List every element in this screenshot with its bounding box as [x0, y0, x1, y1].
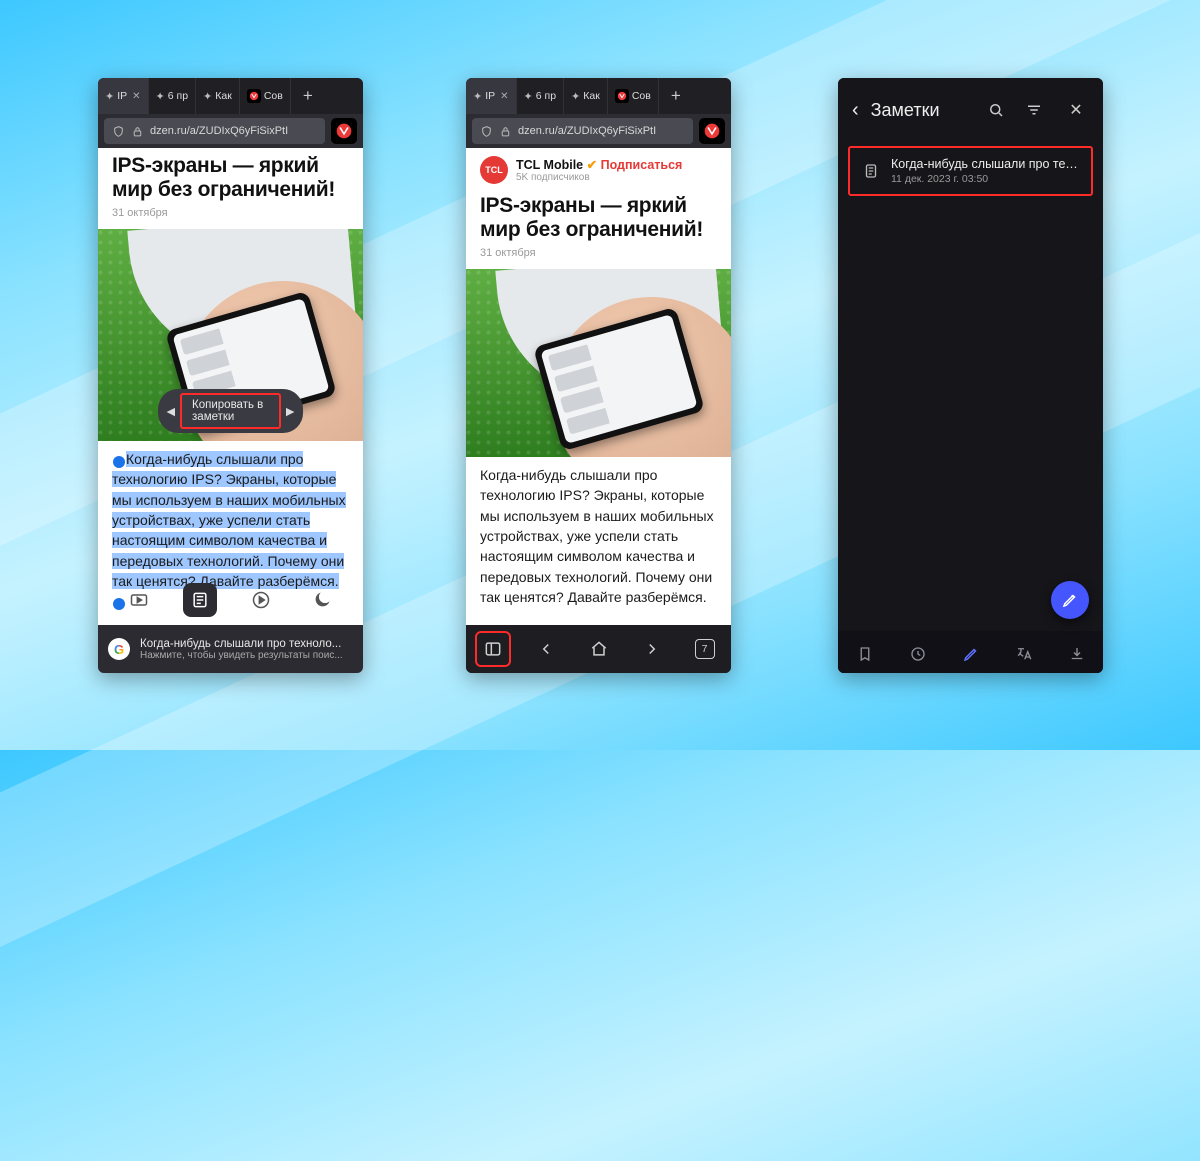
tab-4[interactable]: Сов: [240, 78, 291, 114]
nav-forward-icon[interactable]: [634, 631, 670, 667]
phone-screenshot-1: ✦IP✕ ✦6 пр ✦Как Сов + dzen.ru/a/ZUDIxQ6y…: [98, 78, 363, 673]
selection-toolbar: ◄ Копировать в заметки ►: [158, 389, 304, 433]
bookmark-icon[interactable]: [848, 637, 882, 671]
phone-screenshot-2: ✦IP✕ ✦6 пр ✦Как Сов + dzen.ru/a/ZUDIxQ6y…: [466, 78, 731, 673]
author-avatar: TCL: [480, 156, 508, 184]
copy-to-notes-button[interactable]: Копировать в заметки: [180, 393, 281, 429]
page-content: IPS-экраны — яркий мир без ограничений! …: [98, 148, 363, 673]
sparkle-icon: ✦: [203, 90, 212, 103]
tab-2[interactable]: ✦6 пр: [149, 78, 197, 114]
nav-back-icon[interactable]: [528, 631, 564, 667]
author-block[interactable]: TCL TCL Mobile ✔ Подписаться 5K подписчи…: [466, 148, 731, 188]
search-card-subtitle: Нажмите, чтобы увидеть результаты поис..…: [140, 650, 343, 661]
sparkle-icon: ✦: [156, 90, 165, 103]
new-tab-button[interactable]: +: [659, 78, 693, 114]
url-text: dzen.ru/a/ZUDIxQ6yFiSixPtI: [518, 125, 656, 137]
translate-icon[interactable]: [1007, 637, 1041, 671]
article-date: 31 октября: [466, 243, 731, 269]
filter-icon[interactable]: [1025, 101, 1051, 119]
verified-icon: ✔: [587, 158, 597, 172]
tab-3[interactable]: ✦Как: [196, 78, 240, 114]
article-body: Когда-нибудь слышали про технологию IPS?…: [466, 457, 731, 607]
sparkle-icon: ✦: [105, 90, 114, 103]
url-text: dzen.ru/a/ZUDIxQ6yFiSixPtI: [150, 125, 288, 137]
url-input[interactable]: dzen.ru/a/ZUDIxQ6yFiSixPtI: [104, 118, 325, 144]
subscribe-link[interactable]: Подписаться: [601, 158, 683, 172]
new-note-fab[interactable]: [1051, 581, 1089, 619]
selection-prev-icon[interactable]: ◄: [164, 400, 179, 422]
tab-strip: ✦IP✕ ✦6 пр ✦Как Сов +: [466, 78, 731, 114]
note-title: Когда-нибудь слышали про техно...: [891, 157, 1081, 171]
subscriber-count: 5K подписчиков: [516, 172, 682, 183]
close-icon[interactable]: ✕: [132, 91, 140, 102]
download-icon[interactable]: [1060, 637, 1094, 671]
play-icon[interactable]: [244, 583, 278, 617]
page-content: TCL TCL Mobile ✔ Подписаться 5K подписчи…: [466, 148, 731, 625]
article-photo: ◄ Копировать в заметки ►: [98, 229, 363, 441]
tab-3[interactable]: ✦Как: [564, 78, 608, 114]
notes-header: ‹ Заметки ✕: [838, 78, 1103, 142]
quick-action-row: [98, 577, 363, 623]
url-input[interactable]: dzen.ru/a/ZUDIxQ6yFiSixPtI: [472, 118, 693, 144]
notes-list: Когда-нибудь слышали про техно... 11 дек…: [838, 146, 1103, 631]
note-icon: [860, 160, 881, 182]
google-icon: G: [108, 638, 130, 660]
url-bar: dzen.ru/a/ZUDIxQ6yFiSixPtI: [98, 114, 363, 148]
reader-icon[interactable]: [183, 583, 217, 617]
note-item[interactable]: Когда-нибудь слышали про техно... 11 дек…: [848, 146, 1093, 196]
history-icon[interactable]: [901, 637, 935, 671]
lock-icon: [131, 125, 144, 138]
google-search-card[interactable]: G Когда-нибудь слышали про техноло... На…: [98, 625, 363, 673]
tab-strip: ✦IP✕ ✦6 пр ✦Как Сов +: [98, 78, 363, 114]
bottom-nav: 7: [466, 625, 731, 673]
selection-next-icon[interactable]: ►: [283, 400, 298, 422]
tab-1[interactable]: ✦IP✕: [98, 78, 149, 114]
search-icon[interactable]: [987, 101, 1013, 119]
tab-4[interactable]: Сов: [608, 78, 659, 114]
note-date: 11 дек. 2023 г. 03:50: [891, 173, 1081, 185]
vivaldi-icon: [247, 89, 261, 103]
author-name: TCL Mobile: [516, 158, 583, 172]
shield-icon: [480, 125, 493, 138]
article-photo: [466, 269, 731, 457]
vivaldi-menu-icon[interactable]: [699, 118, 725, 144]
vivaldi-menu-icon[interactable]: [331, 118, 357, 144]
tab-count-button[interactable]: 7: [687, 631, 723, 667]
notes-screen: ‹ Заметки ✕ Когда-нибудь слышали про тех…: [838, 78, 1103, 673]
panel-button[interactable]: [475, 631, 511, 667]
back-icon[interactable]: ‹: [852, 99, 859, 122]
article-headline: IPS-экраны — яркий мир без ограничений!: [98, 148, 363, 203]
notes-bottom-nav: [838, 631, 1103, 673]
shield-icon: [112, 125, 125, 138]
video-icon[interactable]: [122, 583, 156, 617]
article-date: 31 октября: [98, 203, 363, 229]
sparkle-icon: ✦: [473, 90, 482, 103]
notes-title: Заметки: [871, 100, 975, 121]
sparkle-icon: ✦: [571, 90, 580, 103]
article-headline: IPS-экраны — яркий мир без ограничений!: [466, 188, 731, 243]
new-tab-button[interactable]: +: [291, 78, 325, 114]
close-icon[interactable]: ✕: [1063, 100, 1089, 120]
close-icon[interactable]: ✕: [500, 91, 508, 102]
lock-icon: [499, 125, 512, 138]
sparkle-icon: ✦: [524, 90, 533, 103]
vivaldi-icon: [615, 89, 629, 103]
moon-icon[interactable]: [305, 583, 339, 617]
search-card-title: Когда-нибудь слышали про техноло...: [140, 638, 343, 650]
selection-start-handle[interactable]: [113, 456, 125, 468]
notes-tab-icon[interactable]: [954, 637, 988, 671]
tab-1[interactable]: ✦IP✕: [466, 78, 517, 114]
phone-screenshot-3: ‹ Заметки ✕ Когда-нибудь слышали про тех…: [838, 78, 1103, 673]
home-icon[interactable]: [581, 631, 617, 667]
url-bar: dzen.ru/a/ZUDIxQ6yFiSixPtI: [466, 114, 731, 148]
tab-2[interactable]: ✦6 пр: [517, 78, 565, 114]
